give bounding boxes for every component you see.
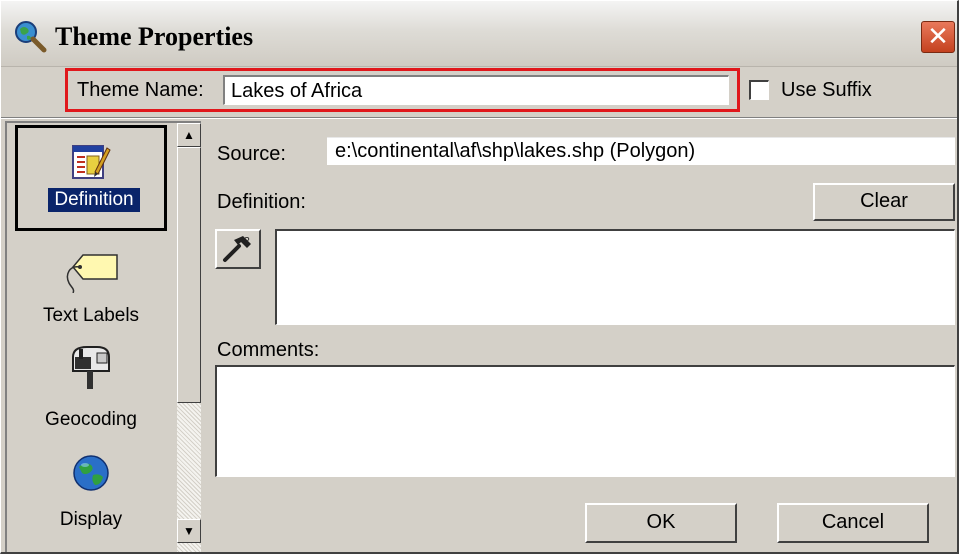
sidebar-item-label: Geocoding bbox=[45, 409, 137, 430]
scroll-thumb[interactable] bbox=[177, 147, 201, 403]
theme-properties-dialog: Theme Properties ✕ Theme Name: Lakes of … bbox=[0, 0, 959, 554]
hammer-icon: ? bbox=[223, 236, 251, 262]
source-field: e:\continental\af\shp\lakes.shp (Polygon… bbox=[327, 137, 955, 165]
cancel-button[interactable]: Cancel bbox=[777, 503, 929, 543]
sidebar-item-text-labels[interactable]: Text Labels bbox=[7, 231, 175, 337]
sidebar-item-definition[interactable]: Definition bbox=[15, 125, 167, 231]
definition-icon bbox=[72, 145, 111, 179]
window-title: Theme Properties bbox=[55, 22, 254, 51]
definition-label: Definition: bbox=[217, 191, 306, 213]
use-suffix-label: Use Suffix bbox=[781, 79, 872, 101]
sidebar-item-label: Definition bbox=[48, 188, 140, 212]
sidebar-item-label: Display bbox=[59, 509, 123, 530]
scroll-down-button[interactable]: ▼ bbox=[177, 519, 201, 543]
header-divider bbox=[1, 117, 957, 119]
comments-textarea[interactable] bbox=[215, 365, 955, 477]
title-bar[interactable]: Theme Properties ✕ bbox=[1, 1, 957, 67]
sidebar-item-label: Text Labels bbox=[42, 305, 140, 326]
use-suffix-checkbox[interactable] bbox=[749, 80, 769, 100]
comments-label: Comments: bbox=[217, 339, 320, 361]
globe-icon bbox=[73, 455, 109, 491]
definition-textarea[interactable] bbox=[275, 229, 955, 325]
category-sidebar: Definition Text Labels Geocoding Display… bbox=[5, 121, 201, 552]
clear-button[interactable]: Clear bbox=[813, 183, 955, 221]
arrow-up-icon: ▲ bbox=[183, 128, 195, 142]
query-builder-button[interactable]: ? bbox=[215, 229, 261, 269]
ok-button[interactable]: OK bbox=[585, 503, 737, 543]
scroll-up-button[interactable]: ▲ bbox=[177, 123, 201, 147]
source-label: Source: bbox=[217, 143, 286, 165]
search-globe-icon bbox=[15, 21, 47, 53]
svg-text:?: ? bbox=[244, 236, 250, 247]
arrow-down-icon: ▼ bbox=[183, 524, 195, 538]
mailbox-icon bbox=[72, 346, 110, 389]
sidebar-item-display[interactable]: Display bbox=[7, 443, 175, 549]
sidebar-item-geocoding[interactable]: Geocoding bbox=[7, 337, 175, 443]
close-button[interactable]: ✕ bbox=[921, 21, 955, 53]
close-icon: ✕ bbox=[927, 21, 949, 51]
theme-name-input[interactable]: Lakes of Africa bbox=[223, 75, 729, 105]
tag-label-icon bbox=[66, 254, 118, 293]
sidebar-scrollbar[interactable]: ▲ ▼ bbox=[177, 123, 201, 552]
theme-name-label: Theme Name: bbox=[77, 79, 204, 101]
